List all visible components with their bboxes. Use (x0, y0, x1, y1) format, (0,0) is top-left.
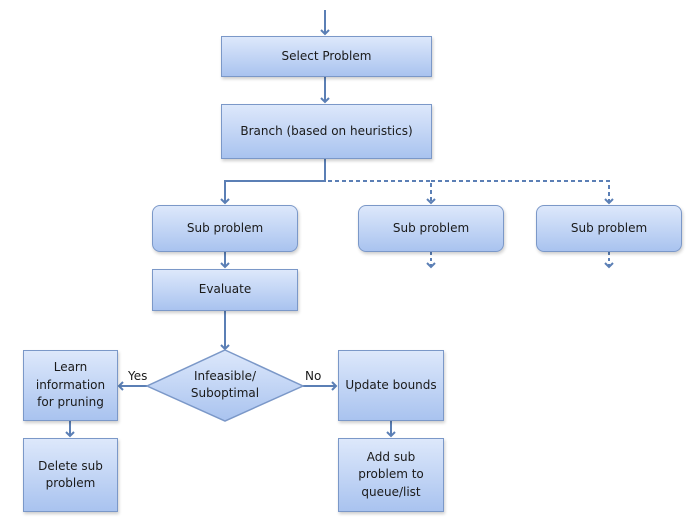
no-label: No (305, 369, 322, 383)
arrow-branch-to-sub3 (431, 180, 614, 205)
sub-problem-node-3: Sub problem (536, 205, 682, 252)
arrow-branch-to-sub2 (328, 180, 436, 205)
select-problem-node: Select Problem (221, 36, 432, 77)
flowchart: Select Problem Branch (based on heuristi… (0, 0, 700, 525)
decision-label: Infeasible/ Suboptimal (190, 369, 260, 400)
evaluate-node: Evaluate (152, 269, 298, 311)
arrow-branch-to-sub1 (220, 159, 326, 205)
yes-label: Yes (128, 369, 148, 383)
branch-node: Branch (based on heuristics) (221, 104, 432, 159)
learn-node: Learn information for pruning (23, 350, 118, 421)
sub-problem-node-1: Sub problem (152, 205, 298, 252)
sub-problem-node-2: Sub problem (358, 205, 504, 252)
add-to-queue-node: Add sub problem to queue/list (338, 438, 444, 512)
delete-node: Delete sub problem (23, 438, 118, 512)
update-bounds-node: Update bounds (338, 350, 444, 421)
